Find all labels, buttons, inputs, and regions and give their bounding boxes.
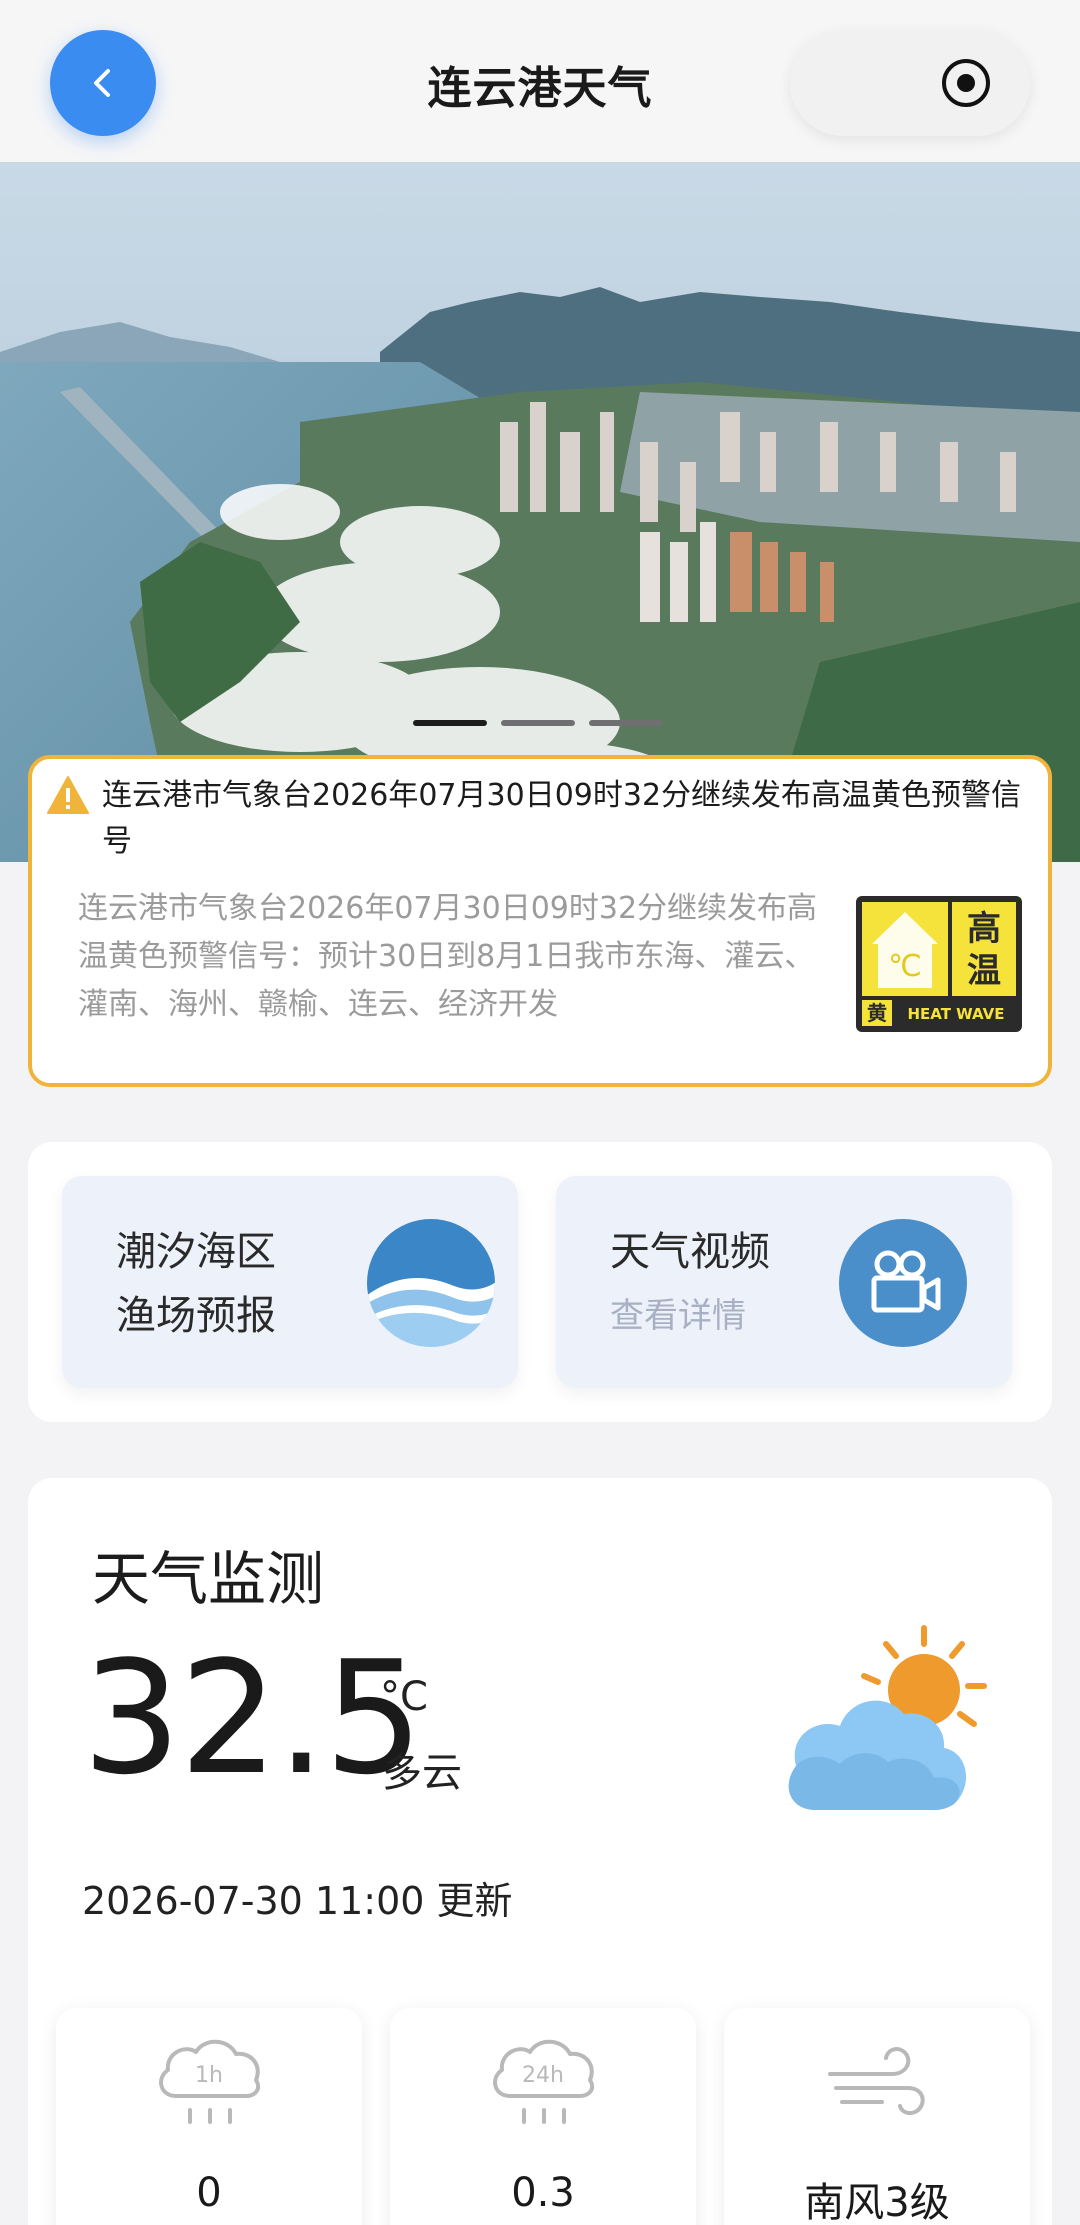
temperature-unit: °C [380,1674,428,1720]
tile-line-1: 潮汐海区 [116,1229,276,1275]
current-temperature: 32.5 [82,1627,423,1809]
partly-cloudy-icon [788,1625,987,1810]
weather-video-tile[interactable]: 天气视频 查看详情 [556,1176,1012,1388]
tile-label: 潮汐海区 渔场预报 [116,1220,276,1348]
svg-text:温: 温 [967,951,1001,991]
nav-bar: 连云港天气 [0,0,1080,162]
warning-triangle-icon [47,776,89,814]
stat-value: 南风3级 [804,2180,950,2225]
tide-fishery-forecast-tile[interactable]: 潮汐海区 渔场预报 [62,1176,518,1388]
target-icon[interactable] [940,57,992,109]
stat-value: 0.3 [511,2170,575,2216]
tile-line-1: 天气视频 [610,1229,770,1275]
section-title: 天气监测 [92,1545,325,1613]
carousel-dot-3[interactable] [589,720,663,726]
tile-line-2: 渔场预报 [116,1293,276,1339]
wave-icon [367,1219,495,1347]
wind-icon [828,2047,925,2115]
rain-1h-icon: 1h [159,2039,261,2124]
warning-title: 连云港市气象台2026年07月30日09时32分继续发布高温黄色预警信号 [102,778,1022,859]
rainfall-24h-stat[interactable]: 24h 0.3 [390,2008,696,2225]
stat-value: 0 [196,2170,222,2216]
carousel-dot-1[interactable] [413,720,487,726]
video-camera-icon [839,1219,967,1347]
warning-header: 连云港市气象台2026年07月30日09时32分继续发布高温黄色预警信号 [46,773,1036,865]
tile-line-2: 查看详情 [610,1296,746,1336]
weather-condition: 多云 [382,1750,462,1796]
icon-label: 24h [522,2063,564,2088]
carousel-indicator [413,720,663,726]
miniprogram-capsule[interactable] [790,30,1030,136]
badge-level: 黄 [867,1001,887,1025]
carousel-dot-2[interactable] [501,720,575,726]
rainfall-1h-stat[interactable]: 1h 0 [56,2008,362,2225]
page: 连云港天气 连云港市气象台2026年07月30日09时32分继续发布高温黄色预警… [0,0,1080,2225]
weather-monitor-card: 天气监测 32.5 °C 多云 2026-07-30 11:00 更新 1h 0… [28,1478,1052,2225]
warning-body: 连云港市气象台2026年07月30日09时32分继续发布高温黄色预警信号：预计3… [78,891,818,1022]
update-time: 2026-07-30 11:00 更新 [82,1879,513,1923]
wind-stat[interactable]: 南风3级 [724,2008,1030,2225]
quick-links: 潮汐海区 渔场预报 天气视频 查看详情 [28,1142,1052,1422]
heat-warning-card[interactable]: 连云港市气象台2026年07月30日09时32分继续发布高温黄色预警信号 连云港… [28,755,1052,1087]
svg-text:高: 高 [967,909,1001,949]
rain-24h-icon: 24h [493,2039,595,2124]
badge-unit: ℃ [888,949,922,984]
badge-english: HEAT WAVE [907,1005,1004,1023]
icon-label: 1h [195,2063,223,2088]
tile-label: 天气视频 查看详情 [610,1220,770,1348]
heat-wave-yellow-signal-icon: ℃ 高 温 黄 HEAT WAVE [856,896,1022,1032]
